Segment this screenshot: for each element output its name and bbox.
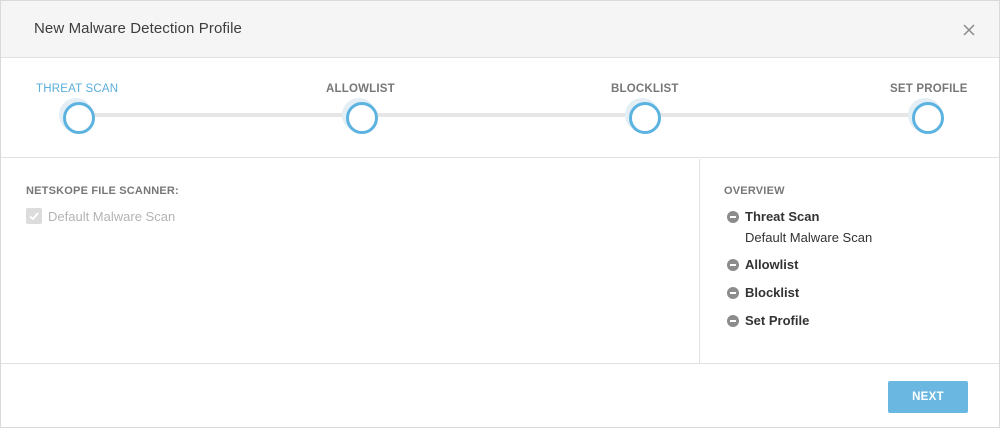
step-label: ALLOWLIST — [326, 83, 395, 95]
minus-circle-icon — [727, 211, 739, 223]
scanner-section-label: NETSKOPE FILE SCANNER: — [26, 185, 179, 197]
overview-panel: OVERVIEW Threat Scan Default Malware Sca… — [701, 159, 999, 363]
step-label: SET PROFILE — [890, 83, 968, 95]
checkbox-label: Default Malware Scan — [48, 208, 176, 224]
default-malware-scan-option[interactable]: Default Malware Scan — [26, 207, 175, 225]
minus-circle-icon — [727, 287, 739, 299]
modal-header: New Malware Detection Profile — [1, 1, 999, 58]
overview-item-allowlist: Allowlist — [727, 257, 798, 273]
overview-item-title: Set Profile — [745, 313, 810, 328]
step-threat-scan: THREAT SCAN — [1, 58, 161, 158]
step-label: BLOCKLIST — [611, 83, 679, 95]
overview-item-title: Blocklist — [745, 285, 800, 300]
step-set-profile: SET PROFILE — [809, 58, 969, 158]
overview-item-blocklist: Blocklist — [727, 285, 799, 301]
overview-item-title: Threat Scan — [745, 209, 820, 224]
close-icon[interactable] — [959, 20, 979, 40]
overview-item-title: Allowlist — [745, 257, 799, 272]
minus-circle-icon — [727, 259, 739, 271]
checkmark-icon — [29, 212, 39, 221]
scanner-panel: NETSKOPE FILE SCANNER: Default Malware S… — [1, 159, 700, 363]
step-circle-allowlist[interactable] — [342, 98, 378, 134]
step-circle-blocklist[interactable] — [625, 98, 661, 134]
modal-dialog: New Malware Detection Profile THREAT SCA… — [0, 0, 1000, 428]
step-blocklist: BLOCKLIST — [567, 58, 727, 158]
modal-footer: NEXT — [1, 363, 999, 427]
step-circle-threat-scan[interactable] — [59, 98, 95, 134]
step-label: THREAT SCAN — [36, 83, 119, 95]
overview-label: OVERVIEW — [724, 185, 785, 197]
next-button[interactable]: NEXT — [888, 381, 968, 413]
step-allowlist: ALLOWLIST — [284, 58, 444, 158]
overview-item-threat-scan: Threat Scan Default Malware Scan — [727, 209, 872, 246]
overview-item-detail: Default Malware Scan — [745, 230, 873, 245]
stepper-track — [76, 113, 926, 117]
step-circle-set-profile[interactable] — [908, 98, 944, 134]
modal-title: New Malware Detection Profile — [34, 20, 242, 37]
minus-circle-icon — [727, 315, 739, 327]
overview-item-set-profile: Set Profile — [727, 313, 809, 329]
checkbox[interactable] — [26, 208, 42, 224]
wizard-stepper: THREAT SCAN ALLOWLIST BLOCKLIST SET PROF… — [1, 58, 999, 158]
